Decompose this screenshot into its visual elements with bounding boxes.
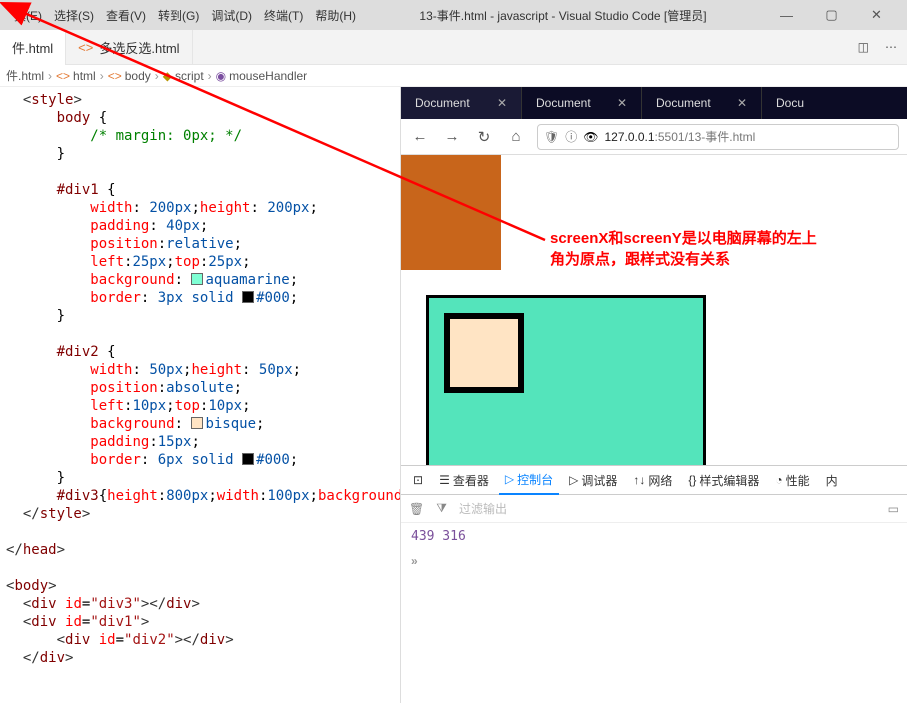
- menu-debug[interactable]: 调试(D): [205, 7, 258, 24]
- more-actions-icon[interactable]: ⋯: [885, 40, 897, 54]
- file-tab-label: 件.html: [12, 38, 53, 57]
- method-icon: ◉: [216, 69, 226, 83]
- chevron-right-icon: ›: [100, 69, 104, 83]
- window-title: 13-事件.html - javascript - Visual Studio …: [362, 7, 764, 24]
- html-file-icon: <>: [78, 40, 93, 55]
- devtools-tab-more[interactable]: 内: [820, 472, 844, 489]
- crumb[interactable]: 件.html: [6, 67, 44, 84]
- menu-select[interactable]: 选择(S): [48, 7, 100, 24]
- info-icon: ⓘ: [565, 128, 577, 145]
- html-icon: <>: [56, 69, 70, 83]
- menu-help[interactable]: 帮助(H): [309, 7, 362, 24]
- div1-box: [426, 295, 706, 465]
- browser-tab[interactable]: Document✕: [401, 87, 521, 119]
- console-log-line: 439 316: [411, 529, 897, 544]
- console-toolbar: 🗑 ⧩ 过滤输出 ▭: [401, 495, 907, 523]
- console-output: 439 316: [401, 523, 907, 550]
- crumb[interactable]: <>body: [108, 69, 151, 83]
- console-settings-icon[interactable]: ▭: [888, 502, 899, 516]
- file-tab[interactable]: <> 多选反选.html: [66, 30, 192, 65]
- close-tab-icon[interactable]: ✕: [737, 96, 747, 110]
- tracking-icon: 👁: [583, 130, 598, 144]
- devtools-tab-performance[interactable]: ◔ 性能: [769, 472, 815, 489]
- file-tab-label: 多选反选.html: [99, 38, 179, 57]
- browser-tabs: Document✕ Document✕ Document✕ Docu: [401, 87, 907, 119]
- browser-tab[interactable]: Docu: [761, 87, 818, 119]
- menu-edit[interactable]: 撰(E): [8, 7, 48, 24]
- devtools-tab-style[interactable]: {} 样式编辑器: [682, 472, 765, 489]
- devtools-tabs: ⊡ ☰ 查看器 ▷ 控制台 ▷ 调试器 ↑↓ 网络 {} 样式编辑器 ◔ 性能 …: [401, 465, 907, 495]
- split-editor-icon[interactable]: ◫: [858, 40, 869, 54]
- chevron-right-icon: ›: [208, 69, 212, 83]
- console-prompt[interactable]: »: [401, 550, 907, 572]
- file-tab-active[interactable]: 件.html: [0, 30, 66, 65]
- browser-tab[interactable]: Document✕: [521, 87, 641, 119]
- close-tab-icon[interactable]: ✕: [497, 96, 507, 110]
- chevron-right-icon: ›: [155, 69, 159, 83]
- back-button[interactable]: ←: [409, 128, 431, 145]
- clear-console-icon[interactable]: 🗑: [409, 502, 424, 516]
- breadcrumb: 件.html › <>html › <>body › ◆script › ◉mo…: [0, 65, 907, 87]
- devtools-pick-icon[interactable]: ⊡: [407, 473, 429, 487]
- browser-preview: Document✕ Document✕ Document✕ Docu ← → ↻…: [400, 87, 907, 703]
- devtools-tab-inspector[interactable]: ☰ 查看器: [433, 472, 495, 489]
- menu-goto[interactable]: 转到(G): [152, 7, 205, 24]
- url-input[interactable]: 🛡 ⓘ 👁 127.0.0.1:5501/13-事件.html: [537, 124, 899, 150]
- crumb[interactable]: <>html: [56, 69, 96, 83]
- maximize-button[interactable]: ▢: [809, 7, 854, 23]
- shield-icon: 🛡: [544, 130, 559, 144]
- editor-tabs: 件.html <> 多选反选.html ◫ ⋯: [0, 30, 907, 65]
- page-viewport[interactable]: [401, 155, 907, 465]
- browser-tab[interactable]: Document✕: [641, 87, 761, 119]
- menu-view[interactable]: 查看(V): [100, 7, 152, 24]
- chevron-right-icon: ›: [48, 69, 52, 83]
- html-icon: <>: [108, 69, 122, 83]
- menu-terminal[interactable]: 终端(T): [258, 7, 309, 24]
- div3-box: [401, 155, 501, 270]
- devtools-tab-console[interactable]: ▷ 控制台: [499, 465, 559, 495]
- filter-input[interactable]: 过滤输出: [459, 500, 507, 517]
- crumb[interactable]: ◉mouseHandler: [216, 69, 308, 83]
- devtools-tab-debugger[interactable]: ▷ 调试器: [563, 472, 623, 489]
- forward-button[interactable]: →: [441, 128, 463, 145]
- devtools-tab-network[interactable]: ↑↓ 网络: [627, 472, 678, 489]
- div2-box: [444, 313, 524, 393]
- titlebar: 撰(E) 选择(S) 查看(V) 转到(G) 调试(D) 终端(T) 帮助(H)…: [0, 0, 907, 30]
- reload-button[interactable]: ↻: [473, 128, 495, 146]
- url-host: 127.0.0.1:5501/13-事件.html: [604, 128, 755, 145]
- home-button[interactable]: ⌂: [505, 128, 527, 145]
- close-tab-icon[interactable]: ✕: [617, 96, 627, 110]
- script-icon: ◆: [163, 69, 172, 83]
- annotation-text: screenX和screenY是以电脑屏幕的左上 角为原点，跟样式没有关系: [550, 228, 890, 270]
- minimize-button[interactable]: —: [764, 8, 809, 23]
- address-bar: ← → ↻ ⌂ 🛡 ⓘ 👁 127.0.0.1:5501/13-事件.html: [401, 119, 907, 155]
- close-button[interactable]: ✕: [854, 7, 899, 23]
- crumb[interactable]: ◆script: [163, 69, 204, 83]
- filter-icon: ⧩: [436, 501, 447, 516]
- code-editor[interactable]: <style> body { /* margin: 0px; */ } #div…: [0, 87, 400, 703]
